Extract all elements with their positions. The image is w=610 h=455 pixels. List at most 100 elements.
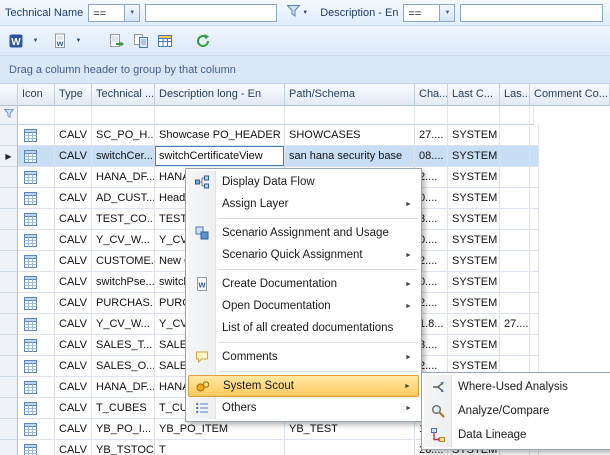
cell-technical-name[interactable]: TEST_CO...: [92, 209, 155, 230]
chevron-down-icon[interactable]: ▼: [124, 5, 139, 21]
cell-type[interactable]: CALV: [55, 335, 92, 356]
column-header-changed[interactable]: Cha...: [415, 84, 448, 106]
cell-type[interactable]: CALV: [55, 440, 92, 455]
cell-technical-name[interactable]: PURCHAS...: [92, 293, 155, 314]
cell-type[interactable]: CALV: [55, 251, 92, 272]
cell-last-changed-by[interactable]: SYSTEM: [448, 167, 500, 188]
cell-technical-name[interactable]: switchCer...: [92, 146, 155, 167]
cell-comment[interactable]: [530, 230, 539, 251]
cell-last[interactable]: [500, 293, 530, 314]
cell-last-changed-by[interactable]: SYSTEM: [448, 293, 500, 314]
cell-last-changed-by[interactable]: SYSTEM: [448, 230, 500, 251]
cell-path-schema[interactable]: [285, 440, 415, 455]
cell-type[interactable]: CALV: [55, 314, 92, 335]
cell-last-changed-by[interactable]: SYSTEM: [448, 146, 500, 167]
cell-type[interactable]: CALV: [55, 419, 92, 440]
filter-cell[interactable]: [55, 106, 92, 125]
cell-technical-name[interactable]: Y_CV_W...: [92, 314, 155, 335]
menu-item-assign-layer[interactable]: Assign Layer►: [188, 193, 419, 215]
cell-last[interactable]: 27....: [500, 314, 530, 335]
cell-type[interactable]: CALV: [55, 188, 92, 209]
cell-last-changed-by[interactable]: SYSTEM: [448, 335, 500, 356]
filter-cell[interactable]: [18, 106, 55, 125]
menu-item-display-data-flow[interactable]: Display Data Flow: [188, 171, 419, 193]
cell-technical-name[interactable]: SALES_T...: [92, 335, 155, 356]
cell-type[interactable]: CALV: [55, 125, 92, 146]
cell-last[interactable]: [500, 167, 530, 188]
word-export-button[interactable]: W: [5, 29, 29, 53]
cell-comment[interactable]: [530, 293, 539, 314]
cell-last[interactable]: [500, 230, 530, 251]
menu-item-scenario-quick-assignment[interactable]: Scenario Quick Assignment►: [188, 244, 419, 266]
cell-last[interactable]: [500, 146, 530, 167]
column-header-technical-name[interactable]: Technical ...: [92, 84, 155, 106]
cell-description[interactable]: Showcase PO_HEADER: [155, 125, 285, 146]
document-export-button[interactable]: w: [48, 29, 72, 53]
menu-item-others[interactable]: Others►: [188, 397, 419, 419]
cell-type[interactable]: CALV: [55, 167, 92, 188]
cell-changed[interactable]: 27....: [415, 125, 448, 146]
cell-comment[interactable]: [530, 314, 539, 335]
column-header-description[interactable]: Description long - En: [155, 84, 285, 106]
cell-technical-name[interactable]: Y_CV_W...: [92, 230, 155, 251]
filter-options-button[interactable]: ▼: [283, 3, 312, 23]
column-header-icon[interactable]: Icon: [18, 84, 55, 106]
technical-name-operator-select[interactable]: == ▼: [88, 4, 140, 22]
cell-last[interactable]: [500, 272, 530, 293]
export-file-button[interactable]: [105, 29, 129, 53]
filter-cell[interactable]: [155, 106, 285, 125]
cell-type[interactable]: CALV: [55, 293, 92, 314]
cell-type[interactable]: CALV: [55, 356, 92, 377]
menu-item-scenario-assignment-and-usage[interactable]: Scenario Assignment and Usage: [188, 222, 419, 244]
menu-item-list-of-all-created-documentations[interactable]: List of all created documentations: [188, 317, 419, 339]
cell-last[interactable]: [500, 335, 530, 356]
menu-item-create-documentation[interactable]: wCreate Documentation►: [188, 273, 419, 295]
cell-comment[interactable]: [530, 272, 539, 293]
cell-changed[interactable]: 08....: [415, 146, 448, 167]
cell-comment[interactable]: [530, 188, 539, 209]
cell-last[interactable]: [500, 209, 530, 230]
document-export-button-dropdown[interactable]: ▼: [72, 29, 85, 53]
cell-type[interactable]: CALV: [55, 146, 92, 167]
column-header-last-changed-by[interactable]: Last C...: [448, 84, 500, 106]
table-row[interactable]: CALV SC_PO_H... Showcase PO_HEADER SHOWC…: [0, 125, 610, 146]
chevron-down-icon[interactable]: ▼: [439, 5, 454, 21]
cell-technical-name[interactable]: switchPse...: [92, 272, 155, 293]
column-header-type[interactable]: Type: [55, 84, 92, 106]
cell-technical-name[interactable]: SALES_O...: [92, 356, 155, 377]
cell-last-changed-by[interactable]: SYSTEM: [448, 251, 500, 272]
cell-technical-name[interactable]: YB_PO_I...: [92, 419, 155, 440]
cell-comment[interactable]: [530, 167, 539, 188]
cell-path-schema[interactable]: SHOWCASES: [285, 125, 415, 146]
menu-item-analyze-compare[interactable]: Analyze/Compare: [424, 399, 610, 423]
cell-last-changed-by[interactable]: SYSTEM: [448, 209, 500, 230]
cell-type[interactable]: CALV: [55, 230, 92, 251]
filter-cell[interactable]: [500, 106, 530, 125]
cell-comment[interactable]: [530, 251, 539, 272]
cell-technical-name[interactable]: SC_PO_H...: [92, 125, 155, 146]
cell-comment[interactable]: [530, 209, 539, 230]
cell-comment[interactable]: [530, 335, 539, 356]
word-export-button-dropdown[interactable]: ▼: [29, 29, 42, 53]
cell-type[interactable]: CALV: [55, 272, 92, 293]
menu-item-comments[interactable]: Comments►: [188, 346, 419, 368]
cell-last-changed-by[interactable]: SYSTEM: [448, 314, 500, 335]
cell-path-schema[interactable]: san hana security base: [285, 146, 415, 167]
menu-item-open-documentation[interactable]: Open Documentation►: [188, 295, 419, 317]
cell-technical-name[interactable]: T_CUBES: [92, 398, 155, 419]
cell-technical-name[interactable]: HANA_DF...: [92, 167, 155, 188]
menu-item-where-used-analysis[interactable]: Where-Used Analysis: [424, 375, 610, 399]
column-header-last[interactable]: Las...: [500, 84, 530, 106]
cell-type[interactable]: CALV: [55, 398, 92, 419]
filter-cell[interactable]: [415, 106, 448, 125]
cell-path-schema[interactable]: YB_TEST: [285, 419, 415, 440]
cell-technical-name[interactable]: CUSTOME...: [92, 251, 155, 272]
cell-description[interactable]: T: [155, 440, 285, 455]
cell-last-changed-by[interactable]: SYSTEM: [448, 125, 500, 146]
refresh-button[interactable]: [191, 29, 215, 53]
group-by-bar[interactable]: Drag a column header to group by that co…: [0, 56, 610, 84]
copy-grid-button[interactable]: [129, 29, 153, 53]
filter-cell[interactable]: [530, 106, 534, 125]
description-en-operator-select[interactable]: == ▼: [403, 4, 455, 22]
cell-type[interactable]: CALV: [55, 209, 92, 230]
